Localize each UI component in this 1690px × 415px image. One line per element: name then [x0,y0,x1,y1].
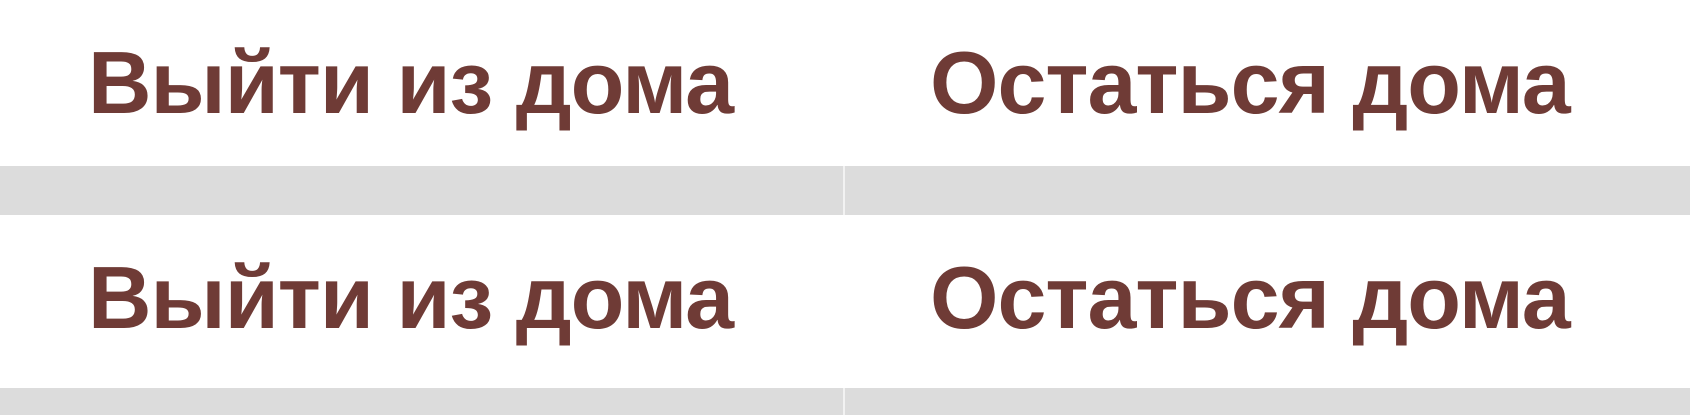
left-choice-cell-1[interactable]: Выйти из дома [0,0,843,166]
choice-row-1: Выйти из дома Остаться дома [0,0,1690,166]
leave-home-option[interactable]: Выйти из дома [88,39,734,127]
stay-home-option[interactable]: Остаться дома [930,254,1571,342]
right-choice-cell-2[interactable]: Остаться дома [845,215,1690,381]
left-choice-cell-2[interactable]: Выйти из дома [0,215,843,381]
choice-row-2: Выйти из дома Остаться дома [0,215,1690,381]
leave-home-option[interactable]: Выйти из дома [88,254,734,342]
separator-left-1 [0,166,843,215]
column-divider-2 [843,388,845,415]
column-divider-1 [843,166,845,215]
separator-row-2 [0,388,1690,415]
right-choice-cell-1[interactable]: Остаться дома [845,0,1690,166]
separator-row-1 [0,166,1690,215]
separator-right-1 [845,166,1690,215]
choice-grid: Выйти из дома Остаться дома Выйти из дом… [0,0,1690,415]
stay-home-option[interactable]: Остаться дома [930,39,1571,127]
